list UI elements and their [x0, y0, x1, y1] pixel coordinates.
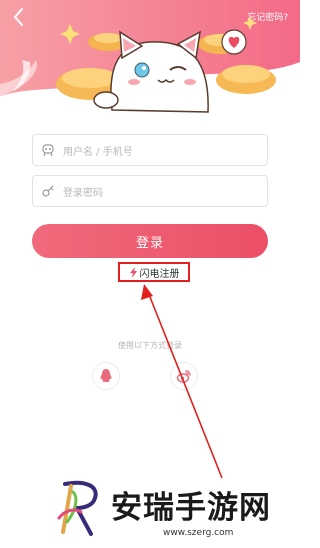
brand-logo-icon	[57, 480, 98, 536]
password-placeholder: 登录密码	[63, 187, 103, 199]
qq-icon	[100, 369, 112, 382]
chevron-left-icon	[14, 8, 23, 26]
quick-register-label: 闪电注册	[139, 268, 180, 280]
back-button[interactable]	[8, 6, 30, 28]
watermark-url: www.szerg.com	[163, 528, 234, 538]
weibo-icon	[176, 370, 191, 383]
password-field[interactable]: 登录密码	[32, 175, 268, 207]
username-field[interactable]: 用户名 / 手机号	[32, 134, 268, 166]
login-button[interactable]: 登录	[32, 224, 268, 258]
watermark: 安瑞手游网 www.szerg.com	[55, 478, 295, 538]
user-icon	[33, 135, 63, 165]
username-placeholder: 用户名 / 手机号	[63, 146, 133, 158]
lightning-icon	[129, 266, 137, 278]
other-login-caption: 使用以下方式登录	[118, 341, 182, 350]
key-icon	[33, 176, 63, 206]
cat-mascot-illustration	[50, 14, 280, 124]
quick-register-button[interactable]: 闪电注册	[118, 262, 190, 282]
weibo-login-button[interactable]	[170, 362, 198, 390]
qq-login-button[interactable]	[92, 362, 120, 390]
watermark-title: 安瑞手游网	[111, 490, 271, 526]
